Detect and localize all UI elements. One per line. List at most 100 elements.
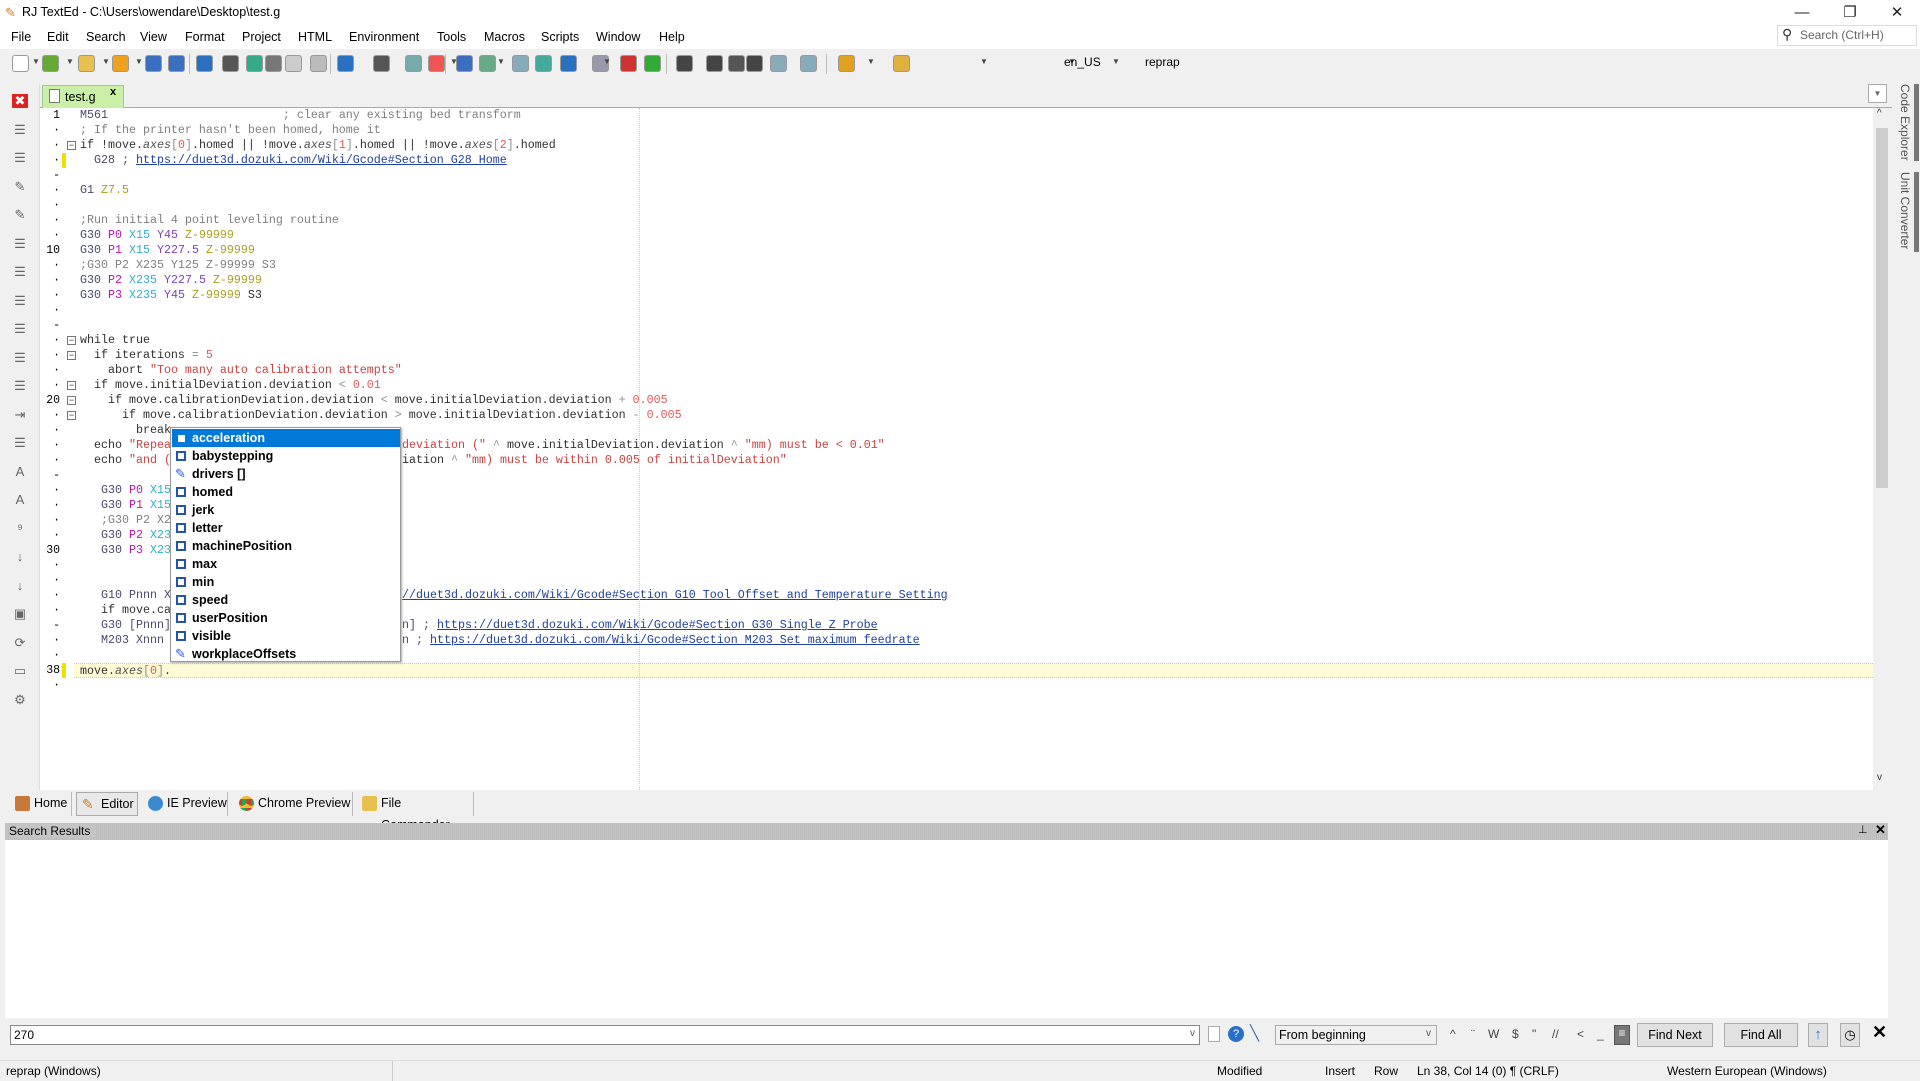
open-project-icon[interactable] [78, 55, 95, 72]
tab-test-g[interactable]: test.g x [42, 85, 124, 108]
code-line[interactable]: ;G30 P2 X235 Y125 Z-99999 S3 [80, 258, 276, 273]
dropdown-arrow-icon[interactable]: ▼ [66, 57, 74, 66]
back-icon[interactable] [337, 55, 354, 72]
list-bottom-icon[interactable]: ☰ [12, 322, 28, 336]
help-icon[interactable]: ? [1228, 1026, 1244, 1042]
tab-file-commander[interactable]: File Commander [357, 792, 474, 832]
favorites-icon[interactable] [112, 55, 129, 72]
find-option-toggle[interactable]: " [1532, 1027, 1536, 1041]
list-down-icon[interactable]: ☰ [12, 436, 28, 450]
preview-icon[interactable] [535, 55, 552, 72]
record-icon[interactable] [728, 55, 745, 72]
fold-toggle[interactable]: − [67, 411, 76, 420]
autocomplete-item[interactable]: letter [172, 519, 400, 537]
vertical-scrollbar[interactable]: ^ v [1873, 108, 1890, 790]
scroll-down-icon[interactable]: v [1877, 772, 1882, 783]
spell-language[interactable]: en_US [1064, 55, 1101, 69]
menu-tools[interactable]: Tools [437, 30, 466, 44]
code-line[interactable]: if move.calibrationDeviation.deviation >… [80, 408, 682, 423]
code-line[interactable]: ;Run initial 4 point leveling routine [80, 213, 339, 228]
menu-environment[interactable]: Environment [349, 30, 419, 44]
autocomplete-item[interactable]: machinePosition [172, 537, 400, 555]
tab-close-icon[interactable]: x [110, 86, 116, 98]
code-line[interactable]: if move.initialDeviation.deviation < 0.0… [80, 378, 381, 393]
menu-scripts[interactable]: Scripts [541, 30, 579, 44]
tab-editor[interactable]: ✎ Editor [76, 792, 138, 816]
book-icon[interactable] [456, 55, 473, 72]
minimize-button[interactable]: — [1782, 2, 1822, 24]
search-results-list[interactable] [5, 840, 1888, 1018]
sort-numeric-icon[interactable]: ⁹ [12, 521, 28, 536]
copy-icon[interactable] [285, 55, 302, 72]
code-line[interactable]: echo "Repea [80, 438, 171, 453]
code-line[interactable]: G30 P1 X15 Y227.5 Z-99999 [80, 243, 255, 258]
settings-icon[interactable]: ⚙ [12, 692, 28, 707]
restore-button[interactable]: ❐ [1830, 2, 1870, 24]
code-line[interactable]: G1 Z7.5 [80, 183, 129, 198]
global-search-input[interactable]: ⚲ Search (Ctrl+H) [1777, 25, 1917, 46]
close-button[interactable]: ✕ [1877, 2, 1917, 24]
code-line[interactable]: while true [80, 333, 150, 348]
code-line[interactable]: break [80, 423, 171, 438]
brush-icon[interactable]: ╲ [1250, 1024, 1259, 1042]
autocomplete-item[interactable]: max [172, 555, 400, 573]
code-line-tail[interactable]: deviation (" ^ move.initialDeviation.dev… [402, 438, 885, 453]
scroll-up-icon[interactable]: ^ [1877, 108, 1882, 119]
menu-format[interactable]: Format [185, 30, 225, 44]
menu-html[interactable]: HTML [298, 30, 332, 44]
list-top-icon[interactable]: ☰ [12, 293, 28, 308]
fold-toggle[interactable]: − [67, 336, 76, 345]
dropdown-arrow-icon[interactable]: ▼ [1112, 57, 1120, 66]
dropdown-arrow-icon[interactable]: ▼ [32, 57, 40, 66]
autocomplete-item[interactable]: ✎ drivers [] [172, 465, 400, 483]
find-option-toggle[interactable]: ^ [1450, 1027, 1456, 1041]
replace-icon[interactable] [428, 55, 445, 72]
menu-edit[interactable]: Edit [47, 30, 69, 44]
find-option-toggle[interactable]: ¨ [1471, 1027, 1475, 1041]
menu-file[interactable]: File [11, 30, 31, 44]
globe-icon[interactable] [479, 55, 496, 72]
find-history-dropdown[interactable]: v [1190, 1028, 1195, 1039]
menu-view[interactable]: View [140, 30, 167, 44]
document-icon[interactable] [1208, 1026, 1220, 1042]
find-option-toggle[interactable]: $ [1512, 1027, 1519, 1041]
menu-search[interactable]: Search [86, 30, 126, 44]
list-add-icon[interactable]: ☰ [12, 236, 28, 251]
pin-icon[interactable]: ⊥ [1858, 823, 1868, 836]
find-option-toggle[interactable]: W [1488, 1027, 1499, 1041]
redo-icon[interactable] [222, 55, 239, 72]
fold-toggle[interactable]: − [67, 381, 76, 390]
page-icon[interactable]: ▭ [12, 664, 28, 678]
tab-chrome-preview[interactable]: Chrome Preview [234, 792, 353, 816]
scroll-thumb[interactable] [1876, 128, 1888, 488]
tab-home[interactable]: Home [10, 792, 72, 816]
code-line[interactable]: if move.calibrationDeviation.deviation <… [80, 393, 668, 408]
sync-icon[interactable] [246, 55, 263, 72]
code-line[interactable]: echo "and ( [80, 453, 171, 468]
fold-toggle[interactable]: − [67, 351, 76, 360]
save-all-icon[interactable] [168, 55, 185, 72]
code-line[interactable]: if !move.axes[0].homed || !move.axes[1].… [80, 138, 556, 153]
dropdown-arrow-icon[interactable]: ▼ [980, 57, 988, 66]
indent-list-icon[interactable]: ☰ [12, 122, 28, 137]
close-panel-icon[interactable]: ✕ [1875, 822, 1886, 838]
run-script-icon[interactable] [706, 55, 723, 72]
find-all-button[interactable]: Find All [1724, 1023, 1798, 1047]
menu-macros[interactable]: Macros [484, 30, 525, 44]
font-down-icon[interactable]: A [12, 493, 28, 507]
menu-project[interactable]: Project [242, 30, 281, 44]
code-line-tail[interactable]: n ; https://duet3d.dozuki.com/Wiki/Gcode… [402, 633, 920, 648]
dropdown-arrow-icon[interactable]: ▼ [497, 57, 505, 66]
tab-ie-preview[interactable]: IE Preview [143, 792, 228, 816]
autocomplete-item[interactable]: ✎ workplaceOffsets [172, 645, 400, 663]
cut-icon[interactable] [265, 55, 282, 72]
code-line-tail[interactable]: //duet3d.dozuki.com/Wiki/Gcode#Section G… [402, 588, 948, 603]
outdent-list-icon[interactable]: ☰ [12, 151, 28, 165]
code-line[interactable]: G30 P3 X235 Y45 Z-99999 S3 [80, 288, 262, 303]
code-line[interactable]: G30 P1 X15 [80, 498, 171, 513]
paste-icon[interactable] [310, 55, 327, 72]
close-all-icon[interactable]: ✖ [12, 94, 28, 108]
list-icon[interactable]: ☰ [12, 265, 28, 279]
highlighter-icon[interactable] [893, 55, 910, 72]
align-icon[interactable]: ☰ [12, 379, 28, 393]
